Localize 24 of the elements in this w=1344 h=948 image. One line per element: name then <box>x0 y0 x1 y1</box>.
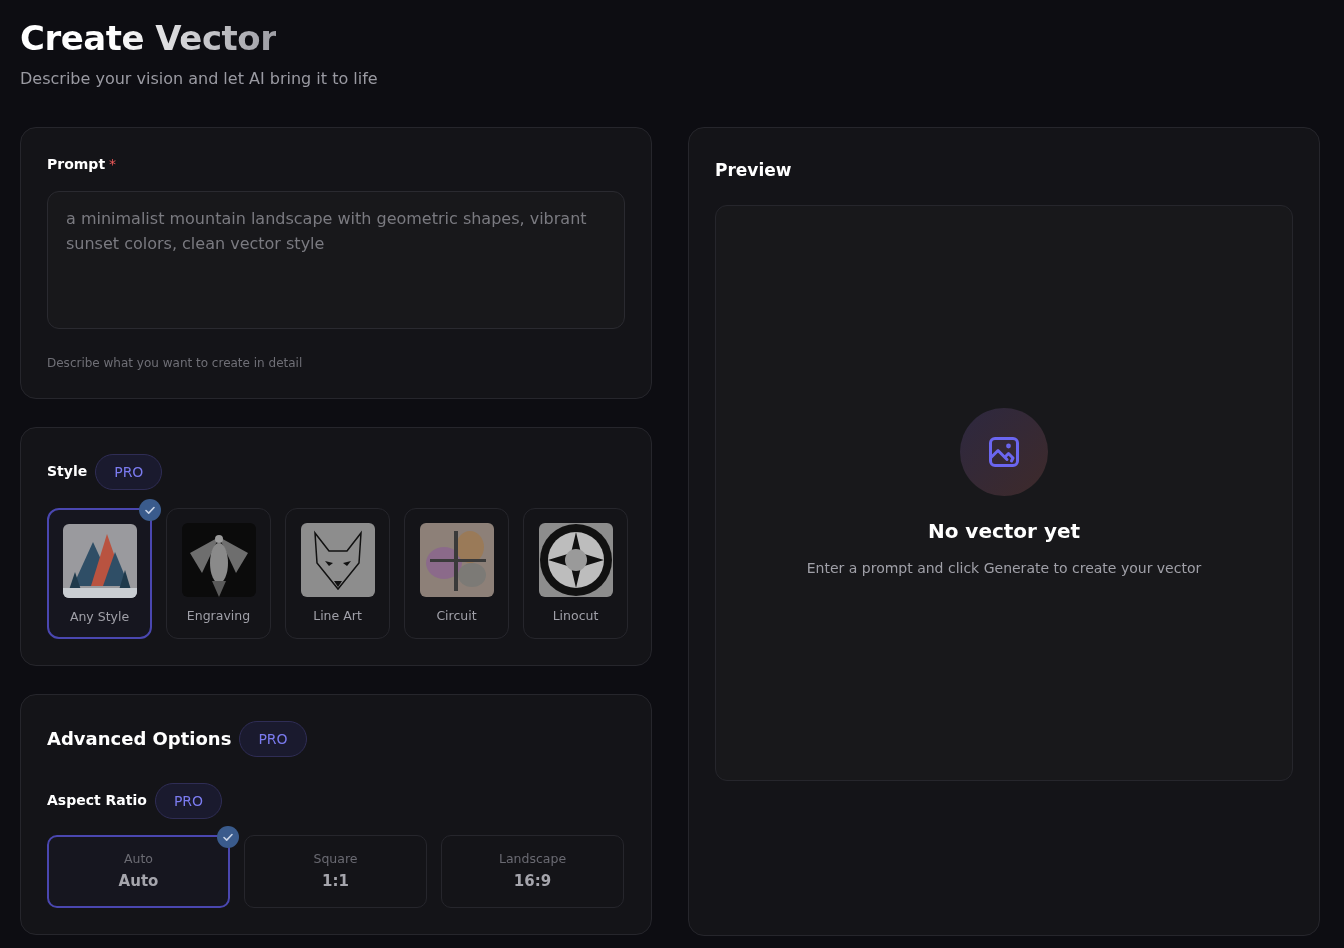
check-icon <box>217 825 239 848</box>
style-option[interactable]: Any Style <box>47 507 152 639</box>
pro-badge: PRO <box>239 720 307 757</box>
advanced-options-title: Advanced Options <box>47 727 232 752</box>
prompt-hint: Describe what you want to create in detail <box>47 354 304 372</box>
pro-badge: PRO <box>154 782 223 819</box>
check-icon <box>139 498 161 521</box>
style-option[interactable]: Linocut <box>523 507 628 639</box>
preview-title: Preview <box>715 158 793 182</box>
empty-state-text: Enter a prompt and click Generate to create your vector <box>806 558 1202 578</box>
aspect-ratio-option[interactable]: Auto Auto <box>47 834 230 908</box>
style-option[interactable]: Engraving <box>166 507 271 639</box>
pro-badge: PRO <box>95 453 163 490</box>
empty-state-title: No vector yet <box>927 517 1081 545</box>
style-option[interactable]: Line Art <box>285 507 390 639</box>
required-mark: * <box>109 154 117 174</box>
page-subtitle: Describe your vision and let AI bring it to life <box>20 67 379 90</box>
prompt-label: Prompt <box>47 154 106 174</box>
prompt-field[interactable]: a minimalist mountain landscape with geometric shapes, vibrant sunset colors, clean vector style <box>47 190 625 329</box>
aspect-ratio-label: Aspect Ratio <box>47 791 147 811</box>
aspect-ratio-option[interactable]: Square 1:1 <box>244 834 427 908</box>
style-label: Style <box>47 462 88 482</box>
style-option[interactable]: Circuit <box>404 507 509 639</box>
aspect-ratio-option[interactable]: Landscape 16:9 <box>441 834 624 908</box>
